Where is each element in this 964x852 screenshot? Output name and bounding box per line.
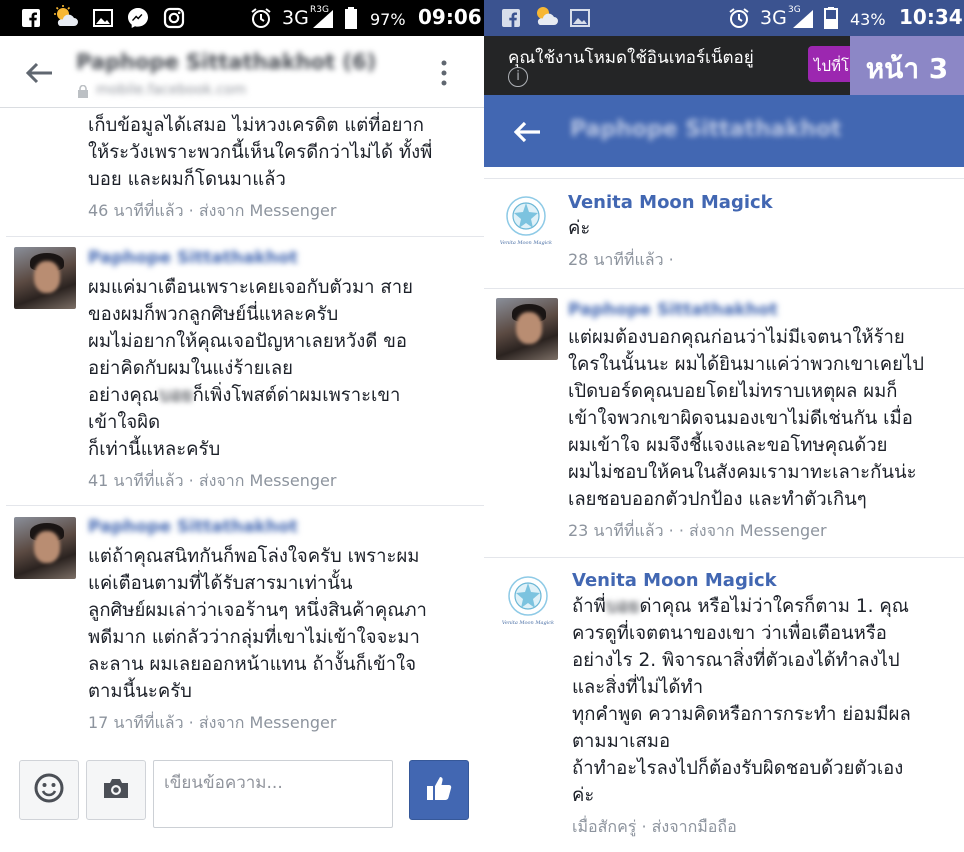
avatar[interactable] xyxy=(496,298,558,360)
avatar[interactable] xyxy=(14,517,76,579)
battery-icon xyxy=(344,7,358,29)
message-meta: 46 นาทีที่แล้ว · ส่งจาก Messenger xyxy=(88,201,337,220)
sender-name[interactable]: Venita Moon Magick xyxy=(572,570,962,591)
message-input[interactable] xyxy=(153,760,393,828)
page-badge: หน้า 3 xyxy=(850,36,964,102)
divider xyxy=(484,557,964,558)
message-text: แต่ผมต้องบอกคุณก่อนว่าไม่มีเจตนาให้ร้าย … xyxy=(568,327,925,510)
sender-name[interactable]: Paphope Sittathakhot xyxy=(88,517,478,537)
battery-icon xyxy=(824,7,838,29)
moon-logo-icon: Venita Moon Magick xyxy=(500,196,552,246)
status-bar: 3G 3G 43% 10:34 xyxy=(484,0,964,36)
message-text: ค่ะ xyxy=(568,218,591,239)
data-mode-text: คุณใช้งานโหมดใช้อินเทอร์เน็ตอยู่ xyxy=(508,48,754,68)
battery-level: 97% xyxy=(370,10,406,29)
avatar[interactable]: Venita Moon Magick xyxy=(496,190,556,250)
message-meta: 23 นาทีที่แล้ว · · ส่งจาก Messenger xyxy=(568,521,827,540)
divider xyxy=(6,236,484,237)
messenger-icon xyxy=(127,8,149,28)
hidden-name: บอย xyxy=(158,385,193,406)
right-screenshot: 3G 3G 43% 10:34 คุณใช้งานโหมดใช้อินเทอร์… xyxy=(484,0,964,852)
back-arrow-icon[interactable] xyxy=(513,121,540,147)
like-button[interactable] xyxy=(409,760,469,820)
lock-icon xyxy=(78,83,88,102)
signal-icon xyxy=(311,9,335,28)
message-text: ถ้าพี่บอยด่าคุณ หรือไม่ว่าใครก็ตาม 1. คุ… xyxy=(572,596,911,806)
message-text: ผมแค่มาเตือนเพราะเคยเจอกับตัวมา สาย ของผ… xyxy=(88,277,413,460)
back-arrow-icon[interactable] xyxy=(25,62,52,88)
chat-title: Paphope Sittathakhot (6) xyxy=(76,50,377,74)
chat-title: Paphope Sittathakhot xyxy=(570,117,842,142)
weather-icon xyxy=(532,6,560,25)
message-meta: 17 นาทีที่แล้ว · ส่งจาก Messenger xyxy=(88,713,337,732)
chat-header: Paphope Sittathakhot xyxy=(484,95,964,167)
message: Venita Moon Magick ค่ะ 28 นาทีที่แล้ว · xyxy=(568,192,958,273)
message-meta: 41 นาทีที่แล้ว · ส่งจาก Messenger xyxy=(88,471,337,490)
avatar[interactable] xyxy=(14,247,76,309)
signal-icon xyxy=(791,9,815,28)
battery-level: 43% xyxy=(850,10,886,29)
facebook-notification-icon xyxy=(502,9,520,27)
message: Paphope Sittathakhot ผมแค่มาเตือนเพราะเค… xyxy=(88,248,478,494)
message: เก็บข้อมูลได้เสมอ ไม่หวงเครดิต แต่ที่อยา… xyxy=(88,112,478,224)
left-screenshot: 3G R3G 97% 09:06 Paphope Sittathakhot (6… xyxy=(0,0,484,852)
sender-name[interactable]: Paphope Sittathakhot xyxy=(568,300,960,320)
alarm-icon xyxy=(728,8,750,28)
emoji-button[interactable] xyxy=(19,760,79,820)
divider xyxy=(484,288,964,289)
avatar[interactable]: Venita Moon Magick xyxy=(498,570,558,630)
thumbs-up-icon xyxy=(425,774,453,806)
message: Paphope Sittathakhot แต่ผมต้องบอกคุณก่อน… xyxy=(568,300,960,544)
network-type: 3G xyxy=(282,7,309,29)
weather-icon xyxy=(52,5,80,26)
overflow-menu-icon[interactable] xyxy=(440,60,448,90)
svg-text:Venita Moon Magick: Venita Moon Magick xyxy=(500,240,552,246)
gallery-icon xyxy=(570,9,590,27)
svg-text:Venita Moon Magick: Venita Moon Magick xyxy=(502,620,554,626)
smiley-icon xyxy=(34,773,64,807)
chat-header: Paphope Sittathakhot (6) mobile.facebook… xyxy=(0,36,484,108)
chat-url: mobile.facebook.com xyxy=(96,82,247,98)
message: Paphope Sittathakhot แต่ถ้าคุณสนิทกันก็พ… xyxy=(88,517,478,736)
divider xyxy=(484,178,964,179)
message-meta: 28 นาทีที่แล้ว · xyxy=(568,250,674,269)
camera-button[interactable] xyxy=(86,760,146,820)
hidden-name: บอย xyxy=(605,596,640,617)
message-text: เก็บข้อมูลได้เสมอ ไม่หวงเครดิต แต่ที่อยา… xyxy=(88,115,433,190)
network-type: 3G xyxy=(760,7,787,29)
message-meta: เมื่อสักครู่ · ส่งจากมือถือ xyxy=(572,817,737,836)
facebook-notification-icon xyxy=(22,9,40,27)
message: Venita Moon Magick ถ้าพี่บอยด่าคุณ หรือไ… xyxy=(572,570,962,840)
clock: 09:06 xyxy=(418,5,482,29)
gallery-icon xyxy=(93,9,113,27)
sender-name[interactable]: Paphope Sittathakhot xyxy=(88,248,478,268)
message-text: แต่ถ้าคุณสนิทกันก็พอโล่งใจครับ เพราะผม แ… xyxy=(88,546,427,702)
status-bar: 3G R3G 97% 09:06 xyxy=(0,0,484,36)
moon-logo-icon: Venita Moon Magick xyxy=(502,576,554,626)
info-icon[interactable]: i xyxy=(508,67,528,87)
clock: 10:34 xyxy=(899,5,963,29)
alarm-icon xyxy=(250,8,272,28)
divider xyxy=(6,505,484,506)
instagram-icon xyxy=(163,7,185,29)
sender-name[interactable]: Venita Moon Magick xyxy=(568,192,958,213)
camera-icon xyxy=(102,777,130,803)
